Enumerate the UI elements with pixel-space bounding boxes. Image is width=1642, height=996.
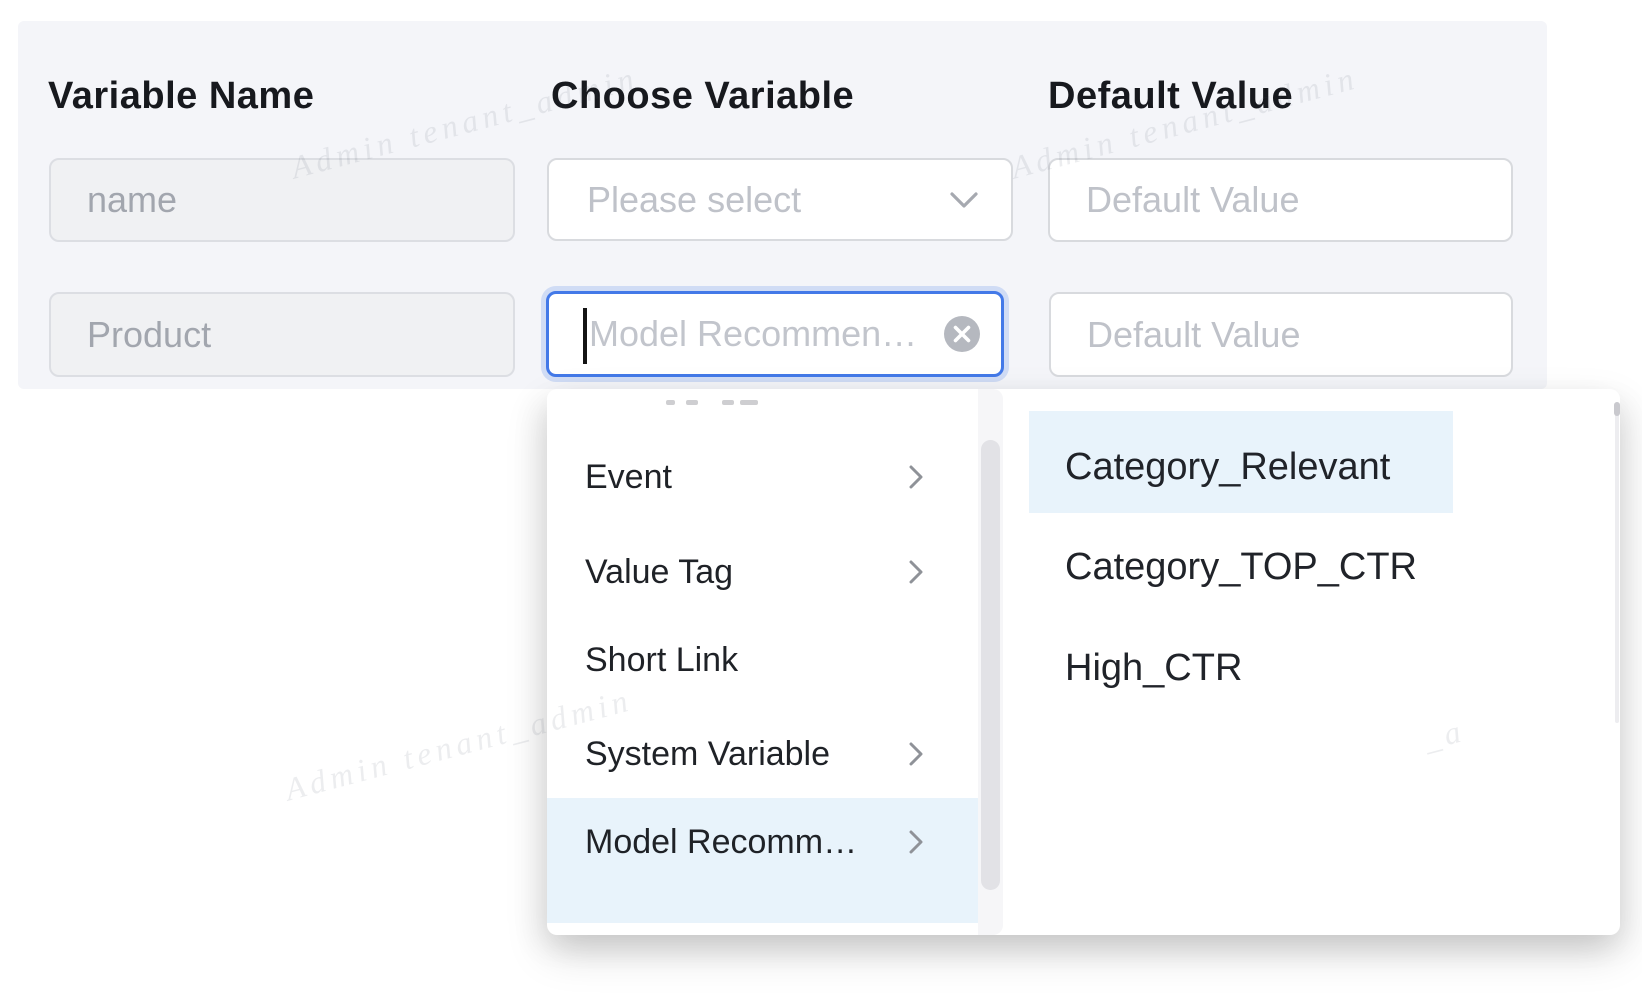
scrollbar-track: [978, 389, 1003, 935]
submenu-scrollbar-track: [1615, 402, 1619, 723]
cascader-subitem-category-top-ctr[interactable]: Category_TOP_CTR: [1029, 520, 1619, 614]
cascader-item-value-tag[interactable]: Value Tag: [547, 525, 978, 619]
variable-name-input-row2[interactable]: [49, 292, 515, 377]
select-placeholder: Model Recommen…: [589, 294, 917, 374]
cascader-item-system-variable[interactable]: System Variable: [547, 707, 978, 801]
screen: Variable Name Choose Variable Default Va…: [0, 0, 1642, 996]
column-header-default-value: Default Value: [1048, 74, 1293, 118]
chevron-right-icon: [909, 464, 923, 490]
text-caret: [583, 308, 587, 364]
cascader-subitem-high-ctr[interactable]: High_CTR: [1029, 621, 1619, 715]
submenu-scrollbar-thumb[interactable]: [1614, 402, 1620, 416]
column-header-variable-name: Variable Name: [48, 74, 314, 118]
column-header-choose-variable: Choose Variable: [551, 74, 854, 118]
cascader-subitem-category-relevant[interactable]: Category_Relevant: [1029, 420, 1619, 514]
variable-name-input-row1[interactable]: [49, 158, 515, 242]
choose-variable-select-row2[interactable]: Model Recommen…: [546, 291, 1004, 377]
cascader-item-event[interactable]: Event: [547, 430, 978, 524]
clear-selection-icon[interactable]: [943, 315, 981, 353]
chevron-right-icon: [909, 559, 923, 585]
cascader-dropdown: Event Value Tag Short Link System Variab…: [547, 389, 1620, 935]
default-value-input-row1[interactable]: [1048, 158, 1513, 242]
choose-variable-select-row1[interactable]: Please select: [547, 158, 1013, 241]
chevron-right-icon: [909, 829, 923, 855]
default-value-input-row2[interactable]: [1049, 292, 1513, 377]
chevron-right-icon: [909, 741, 923, 767]
cascader-item-model-recommend[interactable]: Model Recomm…: [547, 795, 978, 889]
cascader-item-short-link[interactable]: Short Link: [547, 613, 978, 707]
chevron-down-icon: [949, 191, 979, 209]
scrollbar-thumb[interactable]: [981, 440, 1000, 890]
select-placeholder: Please select: [587, 160, 801, 239]
